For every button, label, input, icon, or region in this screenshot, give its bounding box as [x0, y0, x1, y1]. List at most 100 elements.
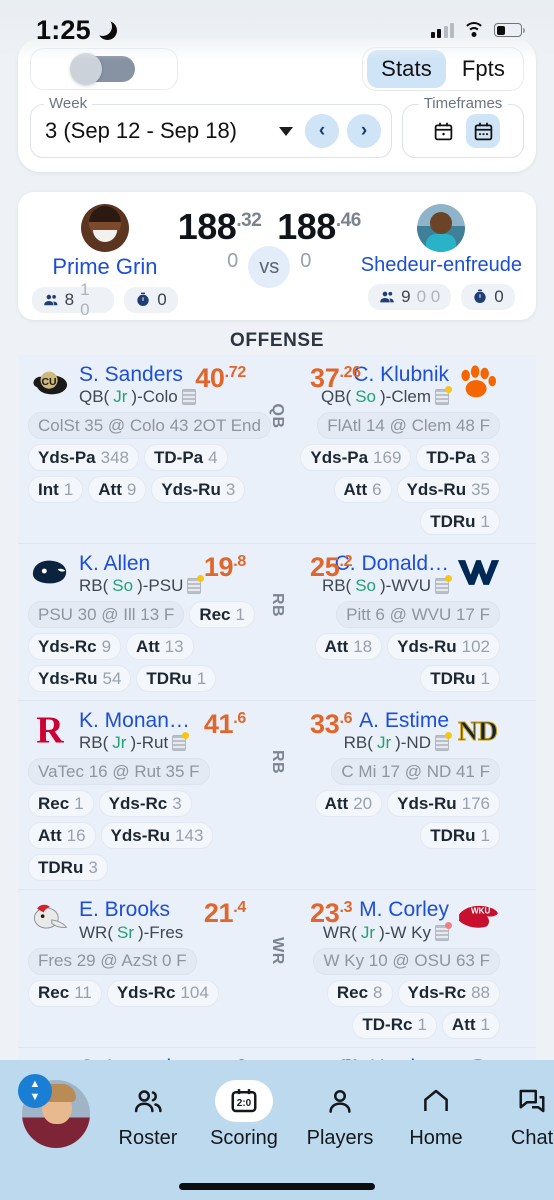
chat-icon[interactable]: [503, 1080, 554, 1122]
stat-pill: Rec 8: [326, 979, 393, 1007]
game-result-pill: C Mi 17 @ ND 41 F: [331, 758, 500, 786]
home-team[interactable]: Prime Grin 8 1 0 0: [32, 204, 178, 319]
player-name[interactable]: E. Brooks: [79, 898, 183, 922]
stat-pill: Att 1: [441, 1011, 500, 1039]
away-projected: 0: [300, 250, 312, 272]
stat-pill: Rec 1: [28, 790, 94, 818]
stat-pill: Att 16: [28, 822, 96, 850]
player-matchup-row[interactable]: K. Allen RB(So)-PSU PSU 30 @ Ill 13 F Rec 1 Y…: [18, 544, 536, 702]
player-note-icon[interactable]: [435, 386, 452, 406]
people-icon[interactable]: [119, 1080, 177, 1122]
player-name[interactable]: A. Estime: [359, 709, 449, 733]
player-stat-pills: Fres 29 @ AzSt 0 F Rec 11 Yds-Rc 104: [28, 947, 264, 1007]
home-icon[interactable]: [407, 1080, 465, 1122]
player-name[interactable]: S. Sanders: [79, 363, 196, 387]
scoreboard-icon[interactable]: 2:0: [215, 1080, 273, 1122]
away-player-score: 23.3: [310, 898, 353, 929]
player-name[interactable]: K. Monan…: [79, 709, 190, 733]
player-stat-pills: ColSt 35 @ Colo 43 2OT End Yds-Pa 348 TD-Pa…: [28, 412, 271, 504]
fresno-state-bulldogs-logo: [28, 898, 72, 938]
stat-pill: Rec 11: [28, 979, 102, 1007]
position-label: QB: [269, 403, 286, 429]
player-note-icon[interactable]: [435, 921, 452, 941]
away-player[interactable]: C. Donald… RB(So)-WVU Pitt 6 @ WVU 17 F Att…: [264, 552, 500, 693]
stat-pill: Yds-Rc 88: [397, 979, 500, 1007]
player-meta: K. Monan… RB(Jr)-Rut: [79, 709, 190, 753]
player-note-icon[interactable]: [435, 732, 452, 752]
stat-pill: TD-Pa 3: [416, 444, 500, 472]
person-icon[interactable]: [311, 1080, 369, 1122]
away-player[interactable]: C. Klubnik QB(So)-Clem FlAtl 14 @ Clem 48 …: [264, 363, 500, 536]
week-legend: Week: [44, 95, 93, 112]
away-timer-chip: 0: [461, 284, 515, 310]
stat-pill: Yds-Ru 35: [396, 476, 500, 504]
nav-item-chat[interactable]: Chat: [484, 1080, 554, 1150]
player-matchup-list[interactable]: CU S. Sanders QB(Jr)-Colo ColSt 35 @ Colo 4…: [18, 355, 536, 1060]
home-team-chips: 8 1 0 0: [32, 280, 178, 319]
next-week-button[interactable]: ›: [347, 114, 381, 148]
clemson-tigers-logo: [456, 363, 500, 403]
home-projected: 0: [227, 250, 239, 272]
stat-pill: Yds-Ru 102: [387, 633, 500, 661]
stat-pill: TD-Pa 4: [144, 444, 228, 472]
stopwatch-icon: [137, 292, 149, 306]
chevron-down-icon[interactable]: [279, 126, 293, 136]
rutgers-scarlet-knights-logo: R: [28, 709, 72, 749]
home-timer-chip: 0: [124, 287, 178, 313]
player-note-icon[interactable]: [187, 575, 205, 595]
game-result-pill: VaTec 16 @ Rut 35 F: [28, 758, 210, 786]
home-player-score: 21.4: [203, 898, 246, 929]
position-label: WR: [269, 937, 286, 966]
stat-pill: Yds-Ru 176: [387, 790, 500, 818]
player-name[interactable]: C. Klubnik: [353, 363, 449, 387]
player-note-icon[interactable]: [172, 732, 190, 752]
home-team-name[interactable]: Prime Grin: [52, 254, 157, 280]
week-selector[interactable]: Week 3 (Sep 12 - Sep 18) ‹ ›: [30, 95, 392, 158]
player-name[interactable]: M. Corley: [359, 898, 449, 922]
nav-avatar-wrap[interactable]: ▲ ▼: [18, 1074, 100, 1148]
away-player-score: 37.26: [310, 363, 361, 393]
stat-pill: Yds-Pa 169: [300, 444, 412, 472]
western-kentucky-hilltoppers-logo: WKU: [456, 898, 500, 938]
calendar-week-icon[interactable]: [466, 114, 500, 148]
swap-vertical-icon[interactable]: ▲ ▼: [18, 1074, 52, 1108]
player-note-icon[interactable]: [181, 389, 196, 406]
player-matchup-row[interactable]: MG. Larvad…WR(Jr)-MiaOHMiaOH 31 @ Cin 24…: [18, 1047, 536, 1060]
away-roster-chip: 9 0 0: [368, 284, 452, 310]
player-matchup-row[interactable]: E. Brooks WR(Sr)-Fres Fres 29 @ AzSt 0 F Re…: [18, 890, 536, 1048]
notre-dame-fighting-irish-logo: ND: [456, 709, 500, 749]
player-note-icon[interactable]: [435, 575, 452, 595]
player-matchup-row[interactable]: CU S. Sanders QB(Jr)-Colo ColSt 35 @ Colo 4…: [18, 355, 536, 545]
away-team[interactable]: Shedeur-enfreude 9 0 0 0: [361, 204, 522, 310]
home-team-avatar[interactable]: [80, 204, 129, 252]
player-position-line: QB(Jr)-Colo: [79, 387, 196, 407]
player-position-line: RB(So)-PSU: [79, 575, 205, 596]
player-meta: K. Allen RB(So)-PSU: [79, 552, 205, 596]
penn-state-nittany-lions-logo: [28, 552, 72, 592]
player-matchup-row[interactable]: R K. Monan… RB(Jr)-Rut VaTec 16 @ Rut 35 F R…: [18, 701, 536, 891]
away-team-avatar[interactable]: [417, 204, 466, 252]
away-player[interactable]: WKU M. Corley WR(Jr)-W Ky W Ky 10 @ OSU 63 …: [264, 898, 500, 1039]
player-position-line: WR(Sr)-Fres: [79, 922, 184, 942]
calendar-day-icon[interactable]: [426, 114, 460, 148]
player-meta: A. Estime RB(Jr)-ND: [344, 709, 452, 753]
away-team-name[interactable]: Shedeur-enfreude: [361, 254, 522, 277]
nav-item-home[interactable]: Home: [388, 1080, 484, 1150]
player-position-line: RB(Jr)-Rut: [79, 732, 190, 753]
home-roster-count: 8: [64, 290, 75, 309]
prev-week-button[interactable]: ‹: [305, 114, 339, 148]
home-timer-value: 0: [157, 290, 167, 309]
timeframes-legend: Timeframes: [418, 95, 508, 112]
svg-text:CU: CU: [42, 377, 57, 388]
player-stat-pills: FlAtl 14 @ Clem 48 F Yds-Pa 169 TD-Pa 3 Att 6 Y…: [264, 412, 500, 536]
timeframes-selector[interactable]: Timeframes: [402, 95, 524, 158]
nav-item-roster[interactable]: Roster: [100, 1080, 196, 1150]
people-icon: [380, 291, 394, 303]
nav-item-scoring[interactable]: 2:0 Scoring: [196, 1080, 292, 1150]
away-team-chips: 9 0 0 0: [368, 284, 515, 310]
away-player[interactable]: ND A. Estime RB(Jr)-ND C Mi 17 @ ND 41 F Att…: [264, 709, 500, 881]
player-name[interactable]: K. Allen: [79, 552, 201, 576]
home-player-score: 40.72: [195, 363, 246, 393]
moon-icon: [92, 16, 117, 40]
nav-item-players[interactable]: Players: [292, 1080, 388, 1150]
